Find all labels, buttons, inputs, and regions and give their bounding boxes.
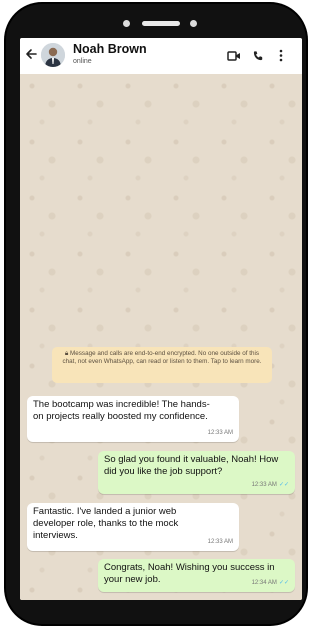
message-time: 12:34 AM bbox=[251, 580, 277, 586]
video-camera-icon[interactable] bbox=[227, 49, 241, 67]
message-outgoing-1[interactable]: So glad you found it valuable, Noah! How… bbox=[98, 451, 295, 494]
message-outgoing-2[interactable]: Congrats, Noah! Wishing you success in y… bbox=[98, 559, 295, 592]
message-time: 12:33 AM bbox=[207, 430, 233, 436]
message-incoming-2[interactable]: Fantastic. I've landed a junior web deve… bbox=[27, 503, 239, 551]
phone-top-bezel bbox=[6, 4, 306, 40]
message-time: 12:33 AM bbox=[207, 539, 233, 545]
message-text: Fantastic. I've landed a junior web deve… bbox=[33, 506, 179, 541]
more-vertical-icon[interactable] bbox=[278, 49, 284, 67]
encryption-text: Message and calls are end-to-end encrypt… bbox=[62, 350, 262, 366]
arrow-left-icon[interactable] bbox=[24, 47, 40, 63]
lock-icon: 🔒︎ bbox=[64, 350, 69, 357]
message-text: So glad you found it valuable, Noah! How… bbox=[104, 454, 279, 477]
phone-frame: Noah Brown online 🔒︎ Message and calls a… bbox=[6, 4, 306, 624]
double-check-icon: ✓✓ bbox=[278, 580, 289, 586]
double-check-icon: ✓✓ bbox=[278, 482, 289, 488]
speaker-grille bbox=[142, 21, 180, 26]
contact-status: online bbox=[73, 58, 92, 65]
message-time-row: 12:33 AM ✓✓ bbox=[252, 479, 289, 491]
phone-bottom-bezel bbox=[6, 600, 306, 624]
chat-screen: Noah Brown online 🔒︎ Message and calls a… bbox=[20, 38, 302, 600]
message-time-row: 12:34 AM ✓✓ bbox=[252, 577, 289, 589]
message-text: The bootcamp was incredible! The hands-o… bbox=[33, 399, 210, 422]
message-time: 12:33 AM bbox=[251, 482, 277, 488]
contact-name[interactable]: Noah Brown bbox=[73, 42, 147, 56]
chat-header: Noah Brown online bbox=[20, 38, 302, 75]
message-incoming-1[interactable]: The bootcamp was incredible! The hands-o… bbox=[27, 396, 239, 442]
sensor-dot bbox=[190, 20, 197, 27]
encryption-notice[interactable]: 🔒︎ Message and calls are end-to-end encr… bbox=[52, 347, 272, 383]
phone-icon[interactable] bbox=[252, 49, 264, 67]
avatar[interactable] bbox=[41, 43, 65, 67]
camera-dot bbox=[123, 20, 130, 27]
